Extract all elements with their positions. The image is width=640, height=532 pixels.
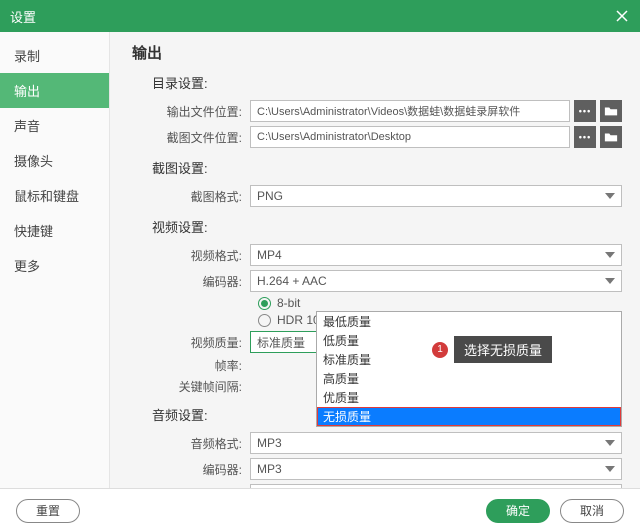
section-video-title: 视频设置: [152, 217, 622, 236]
chevron-down-icon [605, 252, 615, 258]
quality-option[interactable]: 最低质量 [317, 312, 621, 331]
screenshot-loc-label: 截图文件位置: [132, 129, 250, 146]
audio-encoder-label: 编码器: [132, 461, 250, 478]
video-encoder-label: 编码器: [132, 273, 250, 290]
sidebar-item-sound[interactable]: 声音 [0, 108, 109, 143]
chevron-down-icon [605, 440, 615, 446]
sidebar-item-output[interactable]: 输出 [0, 73, 109, 108]
audio-encoder-value: MP3 [257, 462, 282, 476]
screenshot-loc-field[interactable]: C:\Users\Administrator\Desktop [250, 126, 570, 148]
video-quality-dropdown: 最低质量 低质量 标准质量 高质量 优质量 无损质量 [316, 311, 622, 427]
video-format-value: MP4 [257, 248, 282, 262]
footer: 重置 确定 取消 [0, 488, 640, 532]
sidebar-item-more[interactable]: 更多 [0, 248, 109, 283]
quality-option-selected[interactable]: 无损质量 [317, 407, 621, 426]
screenshot-format-label: 截图格式: [132, 188, 250, 205]
sidebar-item-mouse-keyboard[interactable]: 鼠标和键盘 [0, 178, 109, 213]
video-encoder-select[interactable]: H.264 + AAC [250, 270, 622, 292]
sidebar-item-hotkeys[interactable]: 快捷键 [0, 213, 109, 248]
output-loc-browse-button[interactable]: ••• [574, 100, 596, 122]
sidebar: 录制 输出 声音 摄像头 鼠标和键盘 快捷键 更多 [0, 32, 110, 488]
video-format-select[interactable]: MP4 [250, 244, 622, 266]
bit-8-radio[interactable]: 8-bit [258, 296, 622, 310]
audio-encoder-select[interactable]: MP3 [250, 458, 622, 480]
titlebar: 设置 [0, 0, 640, 32]
chevron-down-icon [605, 466, 615, 472]
quality-option[interactable]: 高质量 [317, 369, 621, 388]
audio-format-label: 音频格式: [132, 435, 250, 452]
chevron-down-icon [605, 278, 615, 284]
output-loc-label: 输出文件位置: [132, 103, 250, 120]
screenshot-format-value: PNG [257, 189, 283, 203]
audio-format-select[interactable]: MP3 [250, 432, 622, 454]
video-encoder-value: H.264 + AAC [257, 274, 327, 288]
video-fps-label: 帧率: [132, 357, 250, 374]
sidebar-item-camera[interactable]: 摄像头 [0, 143, 109, 178]
video-keyframe-label: 关键帧间隔: [132, 378, 250, 395]
cancel-button[interactable]: 取消 [560, 499, 624, 523]
screenshot-loc-browse-button[interactable]: ••• [574, 126, 596, 148]
window-title: 设置 [10, 7, 36, 26]
radio-icon [258, 297, 271, 310]
screenshot-format-select[interactable]: PNG [250, 185, 622, 207]
output-loc-field[interactable]: C:\Users\Administrator\Videos\数据蛙\数据蛙录屏软… [250, 100, 570, 122]
callout-number: 1 [432, 342, 448, 358]
video-quality-label: 视频质量: [132, 334, 250, 351]
radio-icon [258, 314, 271, 327]
quality-option[interactable]: 优质量 [317, 388, 621, 407]
sidebar-item-record[interactable]: 录制 [0, 38, 109, 73]
callout: 1 选择无损质量 [432, 336, 552, 363]
bit-8-label: 8-bit [277, 296, 300, 310]
chevron-down-icon [605, 193, 615, 199]
video-format-label: 视频格式: [132, 247, 250, 264]
page-title: 输出 [132, 42, 622, 63]
section-dir-title: 目录设置: [152, 73, 622, 92]
output-loc-folder-button[interactable] [600, 100, 622, 122]
ok-button[interactable]: 确定 [486, 499, 550, 523]
callout-text: 选择无损质量 [454, 336, 552, 363]
audio-format-value: MP3 [257, 436, 282, 450]
video-quality-value: 标准质量 [257, 334, 305, 351]
reset-button[interactable]: 重置 [16, 499, 80, 523]
screenshot-loc-folder-button[interactable] [600, 126, 622, 148]
section-screenshot-title: 截图设置: [152, 158, 622, 177]
close-icon[interactable] [614, 8, 630, 24]
